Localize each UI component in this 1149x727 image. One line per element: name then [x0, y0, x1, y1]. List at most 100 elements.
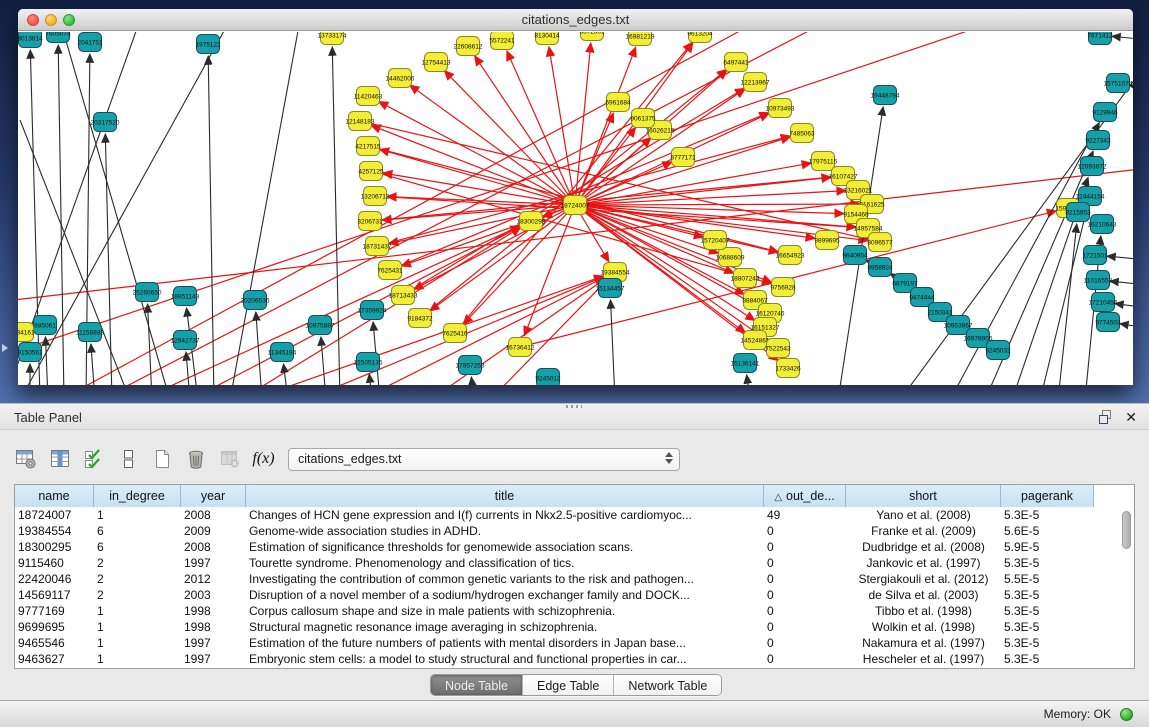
table-cell: 1 — [94, 603, 181, 619]
table-cell: Corpus callosum shape and size in male p… — [246, 603, 764, 619]
table-cell: Investigating the contribution of common… — [246, 571, 764, 587]
citation-edge — [186, 352, 190, 385]
table-row[interactable]: 946362711997Embryonic stem cells: a mode… — [15, 651, 1134, 667]
table-row[interactable]: 1938455462009Genome-wide association stu… — [15, 523, 1134, 539]
table-row[interactable]: 1872400712008Changes of HCN gene express… — [15, 507, 1134, 523]
node-label: 1733426 — [775, 366, 801, 373]
citation-edge — [1110, 281, 1133, 285]
node-label: 16026215 — [646, 128, 675, 135]
table-cell: Nakamura et al. (1997) — [846, 635, 1001, 651]
column-header-pagerank[interactable]: pagerank — [1001, 485, 1094, 507]
citation-edge — [475, 56, 575, 205]
vertical-scrollbar[interactable] — [1122, 511, 1131, 549]
table-cell: 22420046 — [15, 571, 94, 587]
splitter-handle[interactable] — [566, 405, 582, 408]
node-label: 9899695 — [814, 238, 840, 245]
tab-node-table[interactable]: Node Table — [431, 675, 522, 695]
panel-collapse-arrow[interactable] — [2, 344, 8, 352]
tab-edge-table[interactable]: Edge Table — [522, 675, 613, 695]
node-label: 9227343 — [1085, 138, 1111, 145]
node-label: 15720407 — [701, 238, 730, 245]
node-label: 15751074 — [1104, 81, 1133, 88]
delete-column-icon[interactable] — [182, 446, 209, 473]
table-cell: 0 — [764, 635, 846, 651]
window-titlebar[interactable]: citations_edges.txt — [18, 9, 1133, 31]
column-header-title[interactable]: title — [246, 485, 764, 507]
citation-edge — [410, 85, 575, 205]
citation-edge — [377, 136, 790, 246]
table-cell: Yano et al. (2008) — [846, 507, 1001, 523]
new-column-icon[interactable] — [148, 446, 175, 473]
table-cell: Jankovic et al. (1997) — [846, 555, 1001, 571]
table-cell: 1 — [94, 651, 181, 667]
table-cell: 9115460 — [15, 555, 94, 571]
table-selector-value: citations_edges.txt — [298, 452, 402, 466]
table-cell: 1997 — [181, 555, 246, 571]
node-label: 7871412 — [1087, 33, 1113, 40]
table-cell: Changes of HCN gene expression and I(f) … — [246, 507, 764, 523]
function-builder-icon[interactable]: f(x) — [250, 446, 277, 473]
citation-edge — [575, 127, 636, 205]
table-cell: 1997 — [181, 651, 246, 667]
cytoscape-desktop: citations_edges.txt 18724007114204631214… — [0, 0, 1149, 403]
table-cell: Tourette syndrome. Phenomenology and cla… — [246, 555, 764, 571]
float-panel-icon[interactable] — [1099, 410, 1113, 424]
table-cell: 5.3E-5 — [1001, 651, 1094, 667]
memory-status-icon[interactable] — [1120, 708, 1133, 721]
node-label: 18731437 — [363, 244, 392, 251]
table-cell: Embryonic stem cells: a model to study s… — [246, 651, 764, 667]
table-cell: Franke et al. (2009) — [846, 523, 1001, 539]
node-label: 19384554 — [601, 270, 630, 277]
node-label: 9154466 — [843, 212, 869, 219]
node-label: 9613204 — [687, 32, 713, 38]
node-label: 9774503 — [1095, 320, 1121, 327]
node-label: 6961684 — [605, 100, 631, 107]
select-columns-icon[interactable] — [80, 446, 107, 473]
node-label: 8013614 — [18, 36, 43, 43]
node-label: 4217515 — [355, 144, 381, 151]
table-cell: 5.3E-5 — [1001, 603, 1094, 619]
tab-network-table[interactable]: Network Table — [613, 675, 721, 695]
node-label: 15136141 — [731, 361, 760, 368]
table-selector-dropdown[interactable]: citations_edges.txt — [288, 448, 680, 471]
node-label: 9184372 — [407, 316, 433, 323]
column-header-short[interactable]: short — [846, 485, 1001, 507]
node-label: 12148183 — [346, 119, 375, 126]
column-header-out_de[interactable]: △out_de... — [764, 485, 846, 507]
citation-edge — [45, 337, 48, 385]
table-mode-icon[interactable] — [12, 446, 39, 473]
node-label: 10975887 — [306, 323, 335, 330]
table-row[interactable]: 969969511998Structural magnetic resonanc… — [15, 619, 1134, 635]
table-row[interactable]: 911546021997Tourette syndrome. Phenomeno… — [15, 555, 1134, 571]
node-label: 16107427 — [829, 174, 858, 181]
table-cell: 9465546 — [15, 635, 94, 651]
node-label: 17975115 — [809, 159, 838, 166]
table-cell: Estimation of the future numbers of pati… — [246, 635, 764, 651]
table-row[interactable]: 1830029562008Estimation of significance … — [15, 539, 1134, 555]
column-header-in_degree[interactable]: in_degree — [94, 485, 181, 507]
node-label: 18724007 — [561, 203, 590, 210]
column-header-name[interactable]: name — [15, 485, 94, 507]
node-label: 19448794 — [871, 93, 900, 100]
node-label: 18300295 — [517, 219, 546, 226]
node-label: 8958924 — [867, 265, 893, 272]
column-header-year[interactable]: year — [181, 485, 246, 507]
table-row[interactable]: 977716911998Corpus callosum shape and si… — [15, 603, 1134, 619]
citation-edge — [379, 102, 575, 205]
citation-edge — [256, 312, 262, 385]
citation-edge — [369, 374, 372, 385]
citation-edge — [105, 134, 112, 385]
network-canvas[interactable]: 1872400711420463121481834217515425712513… — [18, 32, 1133, 385]
table-row[interactable]: 2242004622012Investigating the contribut… — [15, 571, 1134, 587]
table-row[interactable]: 1456911722003Disruption of a novel membe… — [15, 587, 1134, 603]
table-header-row: namein_degreeyeartitle△out_de...shortpag… — [15, 485, 1134, 507]
node-label: 9061375 — [630, 116, 656, 123]
close-panel-icon[interactable]: ✕ — [1125, 410, 1137, 424]
citation-network-graph[interactable]: 1872400711420463121481834217515425712513… — [18, 32, 1133, 385]
node-label: 10973493 — [766, 106, 795, 113]
show-column-icon[interactable] — [46, 446, 73, 473]
table-row[interactable]: 946554611997Estimation of the future num… — [15, 635, 1134, 651]
table-cell: Estimation of significance thresholds fo… — [246, 539, 764, 555]
row-editor-icon[interactable] — [114, 446, 141, 473]
node-label: 10953867 — [944, 323, 973, 330]
